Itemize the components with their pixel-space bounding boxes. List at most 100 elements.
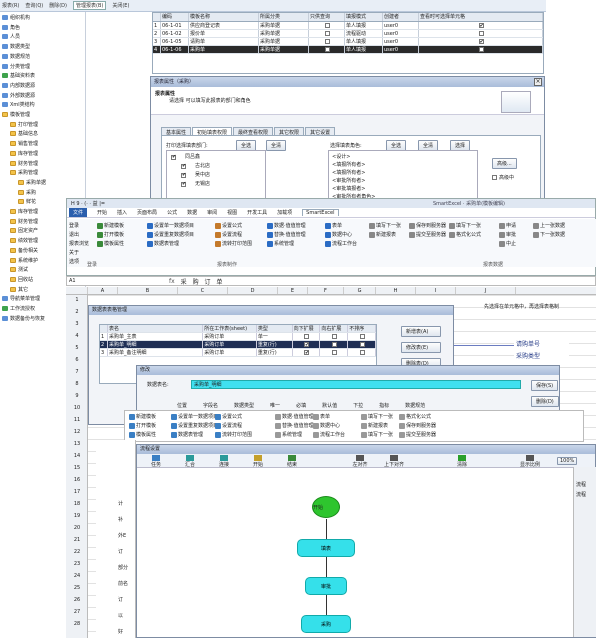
- row-header[interactable]: 28: [66, 621, 88, 627]
- tab-smartexcel[interactable]: SmartExcel: [302, 209, 339, 216]
- flow-tool[interactable]: 清除: [447, 455, 477, 468]
- query-only-checkbox[interactable]: [324, 31, 330, 36]
- flow-tool[interactable]: 显示比例: [515, 455, 545, 468]
- tree-item[interactable]: 数据规范: [2, 53, 30, 60]
- ribbon-item[interactable]: 选项: [69, 258, 79, 265]
- row-header[interactable]: 1: [66, 297, 88, 303]
- data-table-row[interactable]: 1 采购单_主表 采购订单 单一: [100, 333, 376, 341]
- tab-data[interactable]: 数据: [187, 209, 197, 216]
- option-checkbox[interactable]: [359, 334, 365, 339]
- tree-item[interactable]: 外部数据源: [2, 92, 35, 99]
- ribbon-item[interactable]: 设置重复数据项目: [147, 231, 194, 238]
- template-row[interactable]: 3 06-1-05 请购单 采购单据 单人填报 user0: [153, 38, 543, 46]
- selectable-checkbox[interactable]: [478, 22, 484, 29]
- menu-query[interactable]: 查询(Q): [25, 2, 43, 9]
- ribbon-item[interactable]: 设置单一数据项目: [147, 222, 194, 229]
- ribbon-item[interactable]: 流程工作台: [325, 240, 357, 247]
- tab-addins[interactable]: 加载项: [277, 209, 292, 216]
- row-header[interactable]: 13: [66, 441, 88, 447]
- column-header[interactable]: B: [118, 287, 178, 294]
- data-table-row[interactable]: 3 采购单_备注明细 采购订单 重复(行): [100, 349, 376, 357]
- tree-item[interactable]: 数据类型: [2, 43, 30, 50]
- ribbon-item[interactable]: 设置单一数据项目: [171, 413, 218, 420]
- option-checkbox[interactable]: [359, 342, 365, 347]
- ribbon-item[interactable]: 设置公式: [215, 222, 242, 229]
- row-header[interactable]: 19: [66, 513, 88, 519]
- ribbon-item[interactable]: 填写下一张: [369, 222, 401, 229]
- tree-item[interactable]: 组织机构: [2, 14, 30, 21]
- option-checkbox[interactable]: [331, 334, 337, 339]
- table-name-input[interactable]: 采购单_明细: [191, 380, 521, 389]
- tab-page-layout[interactable]: 页面布局: [137, 209, 157, 216]
- column-header[interactable]: J: [456, 287, 516, 294]
- tree-item[interactable]: 库存管理: [10, 208, 38, 215]
- tree-item[interactable]: 固定资产: [10, 227, 38, 234]
- ribbon-item[interactable]: 填写下一张: [361, 431, 393, 438]
- column-header[interactable]: F: [308, 287, 344, 294]
- ribbon-item[interactable]: 提交至服务器: [399, 431, 436, 438]
- dept-checkbox[interactable]: [181, 163, 186, 169]
- column-header[interactable]: C: [178, 287, 228, 294]
- option-checkbox[interactable]: [303, 334, 309, 339]
- query-only-checkbox[interactable]: [324, 39, 330, 44]
- ribbon-item[interactable]: 填写下一张: [361, 413, 393, 420]
- row-header[interactable]: 26: [66, 597, 88, 603]
- tree-item[interactable]: 内部数据源: [2, 82, 35, 89]
- dept-checkbox[interactable]: [171, 154, 176, 160]
- ribbon-item[interactable]: 打开模板: [129, 422, 156, 429]
- ribbon-item[interactable]: 数据·值值管理: [267, 222, 306, 229]
- selectable-checkbox[interactable]: [478, 47, 484, 52]
- close-icon[interactable]: ×: [534, 78, 542, 86]
- flow-node-fill[interactable]: 填表: [297, 539, 355, 557]
- tree-item[interactable]: Xml类结构: [2, 101, 35, 108]
- dept-clear-button[interactable]: 全清: [266, 140, 287, 151]
- dept-item[interactable]: 同吕鑫: [171, 153, 200, 160]
- tree-item[interactable]: 打印管理: [10, 121, 38, 128]
- tab-review[interactable]: 审阅: [207, 209, 217, 216]
- ribbon-item[interactable]: 数据中心: [313, 422, 340, 429]
- ribbon-item[interactable]: 新建报表: [369, 231, 396, 238]
- tree-item[interactable]: 系统维护: [10, 257, 38, 264]
- template-row[interactable]: 2 06-1-02 报价单 采购单据 流程驱动 user0: [153, 30, 543, 38]
- ribbon-item[interactable]: 中止: [499, 240, 516, 247]
- option-checkbox[interactable]: [331, 350, 337, 355]
- row-header[interactable]: 17: [66, 489, 88, 495]
- ribbon-item[interactable]: 模板属性: [97, 240, 124, 247]
- row-header[interactable]: 5: [66, 345, 88, 351]
- row-header[interactable]: 8: [66, 381, 88, 387]
- tree-item[interactable]: 财务管理: [10, 160, 38, 167]
- column-header[interactable]: D: [228, 287, 278, 294]
- tree-item[interactable]: 数据备份与恢复: [2, 315, 45, 322]
- name-box[interactable]: A1: [67, 278, 97, 284]
- tree-item[interactable]: 财务管理: [10, 218, 38, 225]
- tab-insert[interactable]: 插入: [117, 209, 127, 216]
- flow-tool[interactable]: 结束: [277, 455, 307, 468]
- role-item[interactable]: <填报所有者>: [332, 161, 365, 168]
- tree-item[interactable]: 工作流授权: [2, 305, 35, 312]
- ribbon-item[interactable]: 登录: [69, 222, 79, 229]
- option-checkbox[interactable]: [303, 349, 309, 356]
- flow-tool[interactable]: 连接: [209, 455, 239, 468]
- ribbon-item[interactable]: 数据表管理: [171, 431, 203, 438]
- template-row[interactable]: 1 06-1-01 供应商登记表 采购单据 单人填报 user0: [153, 22, 543, 30]
- role-item[interactable]: <填报所有者>: [332, 169, 365, 176]
- row-header[interactable]: 14: [66, 453, 88, 459]
- tree-item[interactable]: 模板管理: [2, 111, 30, 118]
- flow-node-approve[interactable]: 审批: [305, 577, 347, 595]
- role-item[interactable]: <审批填报者>: [332, 185, 365, 192]
- ribbon-item[interactable]: 审批: [499, 231, 516, 238]
- ribbon-item[interactable]: 设置重复数据项目: [171, 422, 218, 429]
- flow-tool[interactable]: 开始: [243, 455, 273, 468]
- formula-input[interactable]: 采 购 订 单: [181, 277, 225, 286]
- column-header[interactable]: G: [344, 287, 376, 294]
- ribbon-item[interactable]: 格式化公式: [449, 231, 481, 238]
- tree-item[interactable]: 人员: [2, 33, 20, 40]
- ribbon-item[interactable]: 数据·值值管理: [275, 413, 314, 420]
- column-header[interactable]: I: [416, 287, 456, 294]
- tree-item[interactable]: 销售管理: [10, 140, 38, 147]
- tree-item[interactable]: 备份相关: [10, 247, 38, 254]
- row-header[interactable]: 3: [66, 321, 88, 327]
- tree-item[interactable]: 鲜花: [18, 198, 36, 205]
- tab-view[interactable]: 视图: [227, 209, 237, 216]
- ribbon-item[interactable]: 数据表管理: [147, 240, 179, 247]
